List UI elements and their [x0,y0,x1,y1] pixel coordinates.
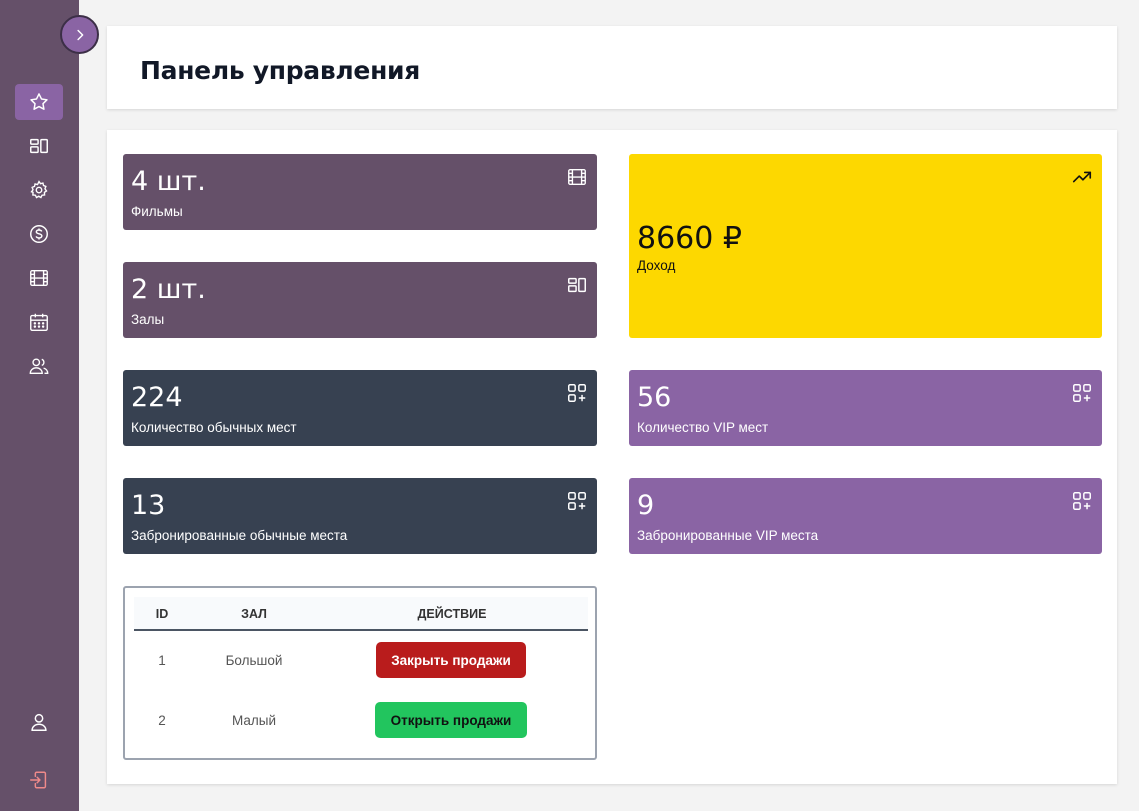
close-sales-button[interactable]: Закрыть продажи [376,642,526,678]
open-sales-button[interactable]: Открыть продажи [375,702,527,738]
logout-icon [30,771,47,789]
stat-label: Залы [131,312,165,327]
trending-up-icon [1071,166,1093,188]
stat-label: Количество VIP мест [637,420,769,435]
stat-card-booked-regular: 13 Забронированные обычные места [123,478,597,554]
stat-card-regular-seats: 224 Количество обычных мест [123,370,597,446]
users-icon [29,358,49,375]
stat-label: Доход [637,258,676,273]
cell-id: 1 [158,653,166,668]
stat-card-revenue: 8660 ₽ Доход [629,154,1102,338]
user-icon [31,713,47,731]
sidebar-item-prices[interactable] [15,216,63,252]
film-icon [30,269,48,287]
stat-label: Забронированные VIP места [637,528,819,543]
stat-card-vip-seats: 56 Количество VIP мест [629,370,1102,446]
grid-plus-icon [1071,490,1093,512]
stat-label: Фильмы [131,204,183,219]
cell-id: 2 [158,713,166,728]
gear-icon [30,180,48,199]
stat-value: 56 [637,382,672,413]
sidebar-toggle-button[interactable] [60,15,99,54]
stat-value: 2 шт. [131,274,206,305]
column-header-id: ID [155,607,169,621]
column-header-hall: ЗАЛ [241,607,267,621]
stat-value: 13 [131,490,166,521]
sidebar-item-schedule[interactable] [15,304,63,340]
layout-icon [30,138,48,154]
table-header: ID ЗАЛ ДЕЙСТВИЕ [134,597,588,631]
grid-plus-icon [566,490,588,512]
stat-label: Забронированные обычные места [131,528,348,543]
header-card: Панель управления [107,26,1117,109]
cell-hall-name: Малый [231,713,277,728]
star-icon [30,93,48,110]
chevron-right-icon [76,29,83,40]
cell-hall-name: Большой [225,653,283,668]
stat-card-halls: 2 шт. Залы [123,262,597,338]
stat-value: 4 шт. [131,166,206,197]
film-icon [566,166,588,188]
stat-label: Количество обычных мест [131,420,297,435]
sidebar-item-dashboard[interactable] [15,84,63,120]
grid-plus-icon [566,382,588,404]
stat-card-films: 4 шт. Фильмы [123,154,597,230]
calendar-icon [30,313,48,331]
sidebar-item-films[interactable] [15,260,63,296]
halls-table: ID ЗАЛ ДЕЙСТВИЕ 1 Большой Закрыть продаж… [123,586,597,760]
grid-plus-icon [1071,382,1093,404]
stat-value: 224 [131,382,183,413]
page-title: Панель управления [140,56,421,85]
sidebar-item-logout[interactable] [15,762,63,798]
sidebar [0,0,79,811]
stat-value: 9 [637,490,655,521]
layout-icon [566,274,588,296]
stat-card-booked-vip: 9 Забронированные VIP места [629,478,1102,554]
sidebar-item-users[interactable] [15,348,63,384]
dollar-icon [30,225,48,243]
stat-value: 8660 ₽ [637,221,742,256]
sidebar-item-profile[interactable] [15,704,63,740]
sidebar-item-halls[interactable] [15,128,63,164]
sidebar-item-settings[interactable] [15,172,63,208]
column-header-action: ДЕЙСТВИЕ [417,607,487,621]
